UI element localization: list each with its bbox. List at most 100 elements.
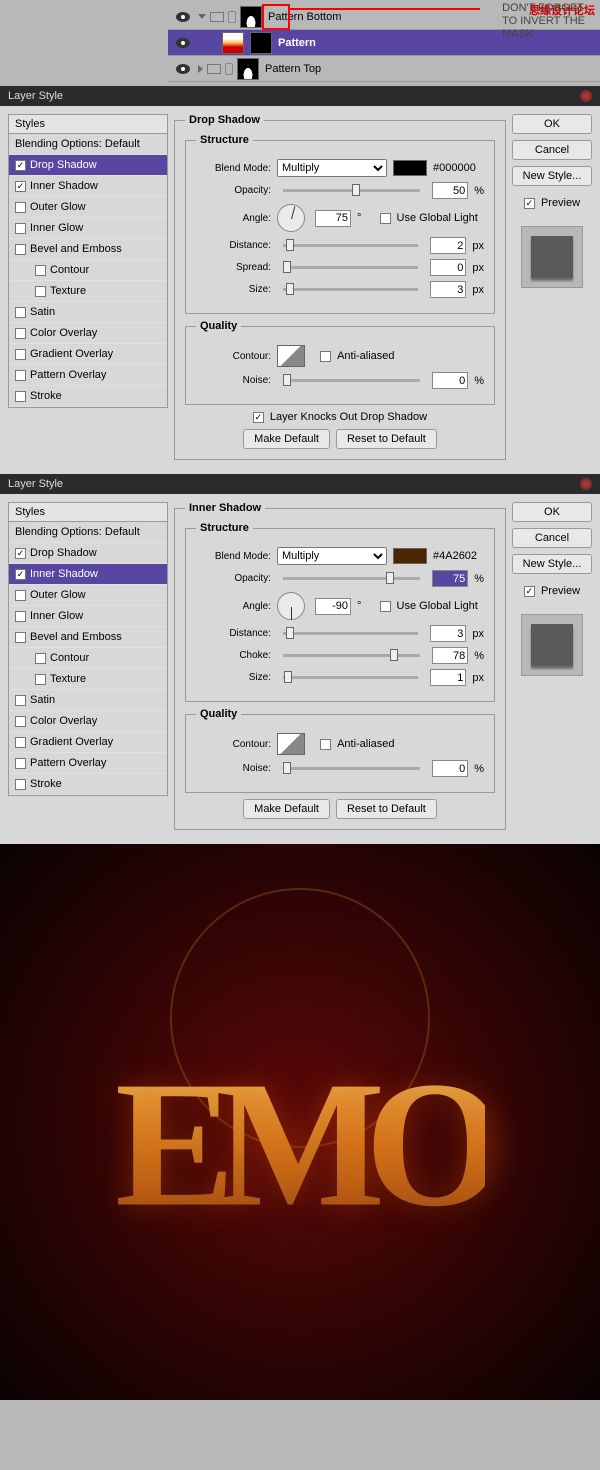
dialog-titlebar[interactable]: Layer Style	[0, 86, 600, 106]
blend-mode-select[interactable]: Multiply	[277, 547, 387, 565]
make-default-button[interactable]: Make Default	[243, 429, 330, 449]
style-color-overlay[interactable]: Color Overlay	[9, 323, 167, 344]
style-outer-glow[interactable]: Outer Glow	[9, 585, 167, 606]
size-input[interactable]	[430, 281, 466, 298]
checkbox-icon[interactable]	[15, 202, 26, 213]
preview-checkbox[interactable]	[524, 198, 535, 209]
distance-input[interactable]	[430, 625, 466, 642]
checkbox-icon[interactable]	[15, 160, 26, 171]
checkbox-icon[interactable]	[15, 548, 26, 559]
ok-button[interactable]: OK	[512, 502, 592, 522]
size-input[interactable]	[430, 669, 466, 686]
style-blending-options[interactable]: Blending Options: Default	[9, 134, 167, 155]
style-pattern-overlay[interactable]: Pattern Overlay	[9, 753, 167, 774]
opacity-input[interactable]	[432, 182, 468, 199]
contour-picker[interactable]	[277, 345, 305, 367]
checkbox-icon[interactable]	[15, 328, 26, 339]
make-default-button[interactable]: Make Default	[243, 799, 330, 819]
checkbox-icon[interactable]	[15, 611, 26, 622]
checkbox-icon[interactable]	[35, 674, 46, 685]
checkbox-icon[interactable]	[15, 590, 26, 601]
aa-checkbox[interactable]	[320, 351, 331, 362]
checkbox-icon[interactable]	[15, 737, 26, 748]
close-icon[interactable]	[580, 478, 592, 490]
choke-input[interactable]	[432, 647, 468, 664]
style-outer-glow[interactable]: Outer Glow	[9, 197, 167, 218]
checkbox-icon[interactable]	[15, 223, 26, 234]
checkbox-icon[interactable]	[15, 244, 26, 255]
checkbox-icon[interactable]	[15, 307, 26, 318]
style-inner-glow[interactable]: Inner Glow	[9, 218, 167, 239]
aa-checkbox[interactable]	[320, 739, 331, 750]
global-light-checkbox[interactable]	[380, 601, 391, 612]
layer-thumb[interactable]	[222, 32, 244, 54]
style-gradient-overlay[interactable]: Gradient Overlay	[9, 344, 167, 365]
noise-slider[interactable]	[283, 379, 420, 382]
cancel-button[interactable]: Cancel	[512, 528, 592, 548]
reset-default-button[interactable]: Reset to Default	[336, 799, 437, 819]
expand-icon[interactable]	[198, 14, 206, 19]
ok-button[interactable]: OK	[512, 114, 592, 134]
global-light-checkbox[interactable]	[380, 213, 391, 224]
style-color-overlay[interactable]: Color Overlay	[9, 711, 167, 732]
cancel-button[interactable]: Cancel	[512, 140, 592, 160]
preview-checkbox[interactable]	[524, 586, 535, 597]
checkbox-icon[interactable]	[15, 695, 26, 706]
angle-dial[interactable]	[277, 204, 305, 232]
checkbox-icon[interactable]	[35, 653, 46, 664]
layer-mask-thumb[interactable]	[250, 32, 272, 54]
style-stroke[interactable]: Stroke	[9, 774, 167, 795]
choke-slider[interactable]	[283, 654, 420, 657]
contour-picker[interactable]	[277, 733, 305, 755]
checkbox-icon[interactable]	[15, 391, 26, 402]
reset-default-button[interactable]: Reset to Default	[336, 429, 437, 449]
visibility-icon[interactable]	[176, 12, 190, 22]
spread-input[interactable]	[430, 259, 466, 276]
checkbox-icon[interactable]	[35, 286, 46, 297]
noise-input[interactable]	[432, 760, 468, 777]
distance-input[interactable]	[430, 237, 466, 254]
angle-input[interactable]	[315, 598, 351, 615]
style-texture[interactable]: Texture	[9, 669, 167, 690]
visibility-icon[interactable]	[176, 64, 190, 74]
style-pattern-overlay[interactable]: Pattern Overlay	[9, 365, 167, 386]
layer-thumb[interactable]	[237, 58, 259, 80]
style-satin[interactable]: Satin	[9, 690, 167, 711]
checkbox-icon[interactable]	[15, 758, 26, 769]
style-drop-shadow[interactable]: Drop Shadow	[9, 155, 167, 176]
checkbox-icon[interactable]	[15, 181, 26, 192]
style-gradient-overlay[interactable]: Gradient Overlay	[9, 732, 167, 753]
style-texture[interactable]: Texture	[9, 281, 167, 302]
opacity-slider[interactable]	[283, 577, 420, 580]
checkbox-icon[interactable]	[15, 779, 26, 790]
style-contour[interactable]: Contour	[9, 260, 167, 281]
color-swatch[interactable]	[393, 160, 427, 176]
knockout-checkbox[interactable]	[253, 412, 264, 423]
opacity-slider[interactable]	[283, 189, 420, 192]
color-swatch[interactable]	[393, 548, 427, 564]
style-bevel-emboss[interactable]: Bevel and Emboss	[9, 627, 167, 648]
visibility-icon[interactable]	[176, 38, 190, 48]
checkbox-icon[interactable]	[15, 632, 26, 643]
angle-dial[interactable]	[277, 592, 305, 620]
checkbox-icon[interactable]	[15, 716, 26, 727]
noise-slider[interactable]	[283, 767, 420, 770]
style-blending-options[interactable]: Blending Options: Default	[9, 522, 167, 543]
opacity-input[interactable]	[432, 570, 468, 587]
checkbox-icon[interactable]	[15, 370, 26, 381]
close-icon[interactable]	[580, 90, 592, 102]
style-inner-shadow[interactable]: Inner Shadow	[9, 176, 167, 197]
style-stroke[interactable]: Stroke	[9, 386, 167, 407]
distance-slider[interactable]	[283, 244, 418, 247]
layer-row-pattern-top[interactable]: Pattern Top	[168, 56, 600, 82]
distance-slider[interactable]	[283, 632, 418, 635]
style-inner-glow[interactable]: Inner Glow	[9, 606, 167, 627]
style-contour[interactable]: Contour	[9, 648, 167, 669]
angle-input[interactable]	[315, 210, 351, 227]
new-style-button[interactable]: New Style...	[512, 166, 592, 186]
style-inner-shadow[interactable]: Inner Shadow	[9, 564, 167, 585]
expand-icon[interactable]	[198, 65, 203, 73]
size-slider[interactable]	[283, 288, 418, 291]
new-style-button[interactable]: New Style...	[512, 554, 592, 574]
checkbox-icon[interactable]	[35, 265, 46, 276]
